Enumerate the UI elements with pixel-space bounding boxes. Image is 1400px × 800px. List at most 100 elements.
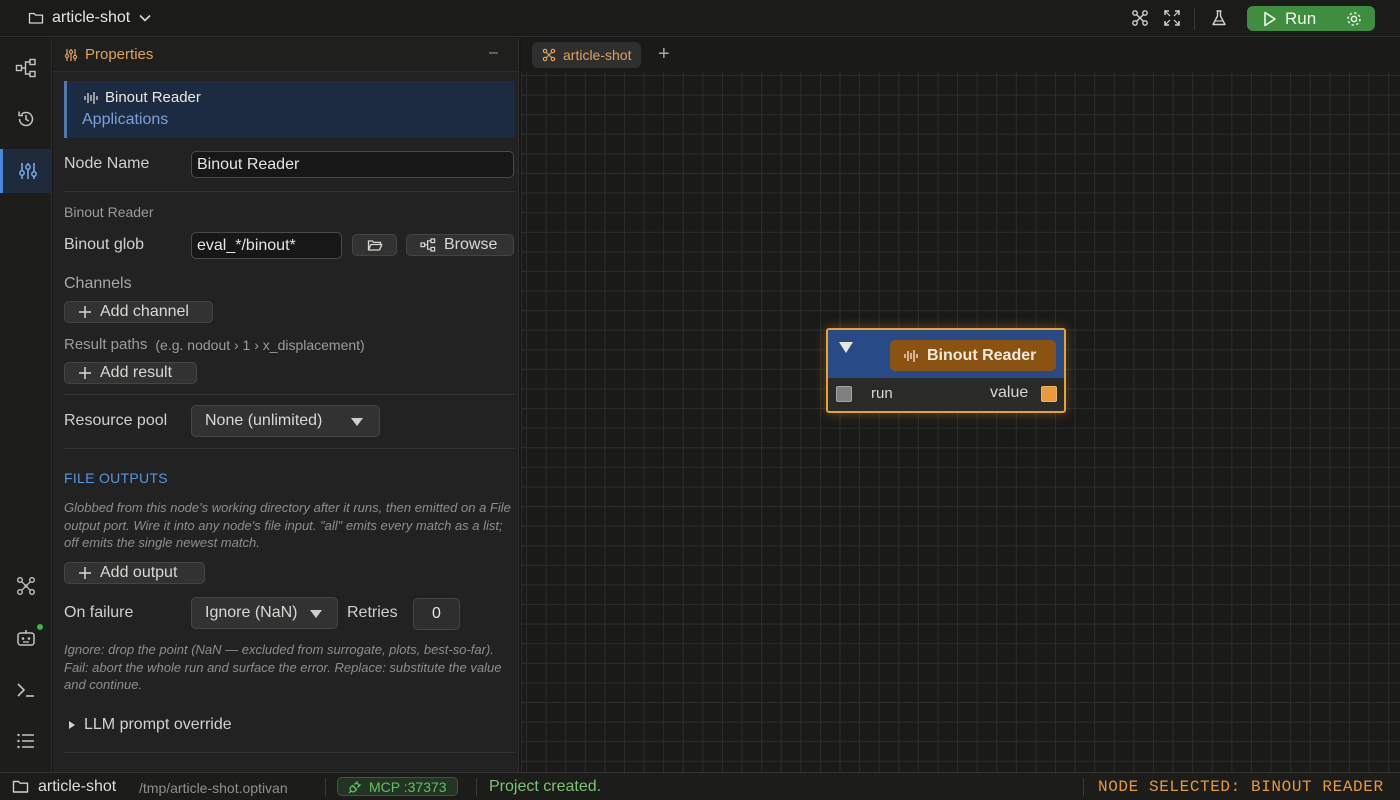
plus-icon (78, 305, 92, 319)
top-bar: article-shot Run (0, 0, 1400, 37)
list-icon[interactable] (0, 719, 52, 763)
browse-label: Browse (444, 236, 498, 253)
node-name-label: Node Name (64, 155, 150, 172)
llm-prompt-override-label: LLM prompt override (84, 716, 232, 733)
node-name-input[interactable] (191, 151, 514, 178)
folder-icon (12, 779, 29, 794)
tab-label: article-shot (563, 47, 632, 63)
node-card-title: Binout Reader (105, 89, 201, 106)
result-paths-label: Result paths (64, 336, 148, 353)
node-canvas[interactable] (521, 72, 1400, 772)
graph-icon[interactable] (1131, 9, 1149, 27)
input-port-run[interactable] (836, 386, 852, 402)
activity-rail (0, 38, 52, 772)
run-button-group: Run (1247, 6, 1375, 31)
node-summary-card: Binout Reader Applications (64, 81, 515, 138)
divider (64, 752, 515, 753)
resource-pool-select[interactable]: None (unlimited) (191, 405, 380, 437)
status-project-name[interactable]: article-shot (38, 778, 116, 796)
file-outputs-title: FILE OUTPUTS (64, 470, 168, 486)
canvas-tabs: article-shot + (521, 38, 1400, 72)
workflow-icon (420, 238, 436, 252)
divider (1083, 778, 1084, 796)
chevron-down-icon (351, 418, 363, 426)
add-output-label: Add output (100, 564, 178, 581)
run-button[interactable]: Run (1247, 6, 1343, 31)
waveform-icon (904, 349, 918, 363)
flask-icon[interactable] (1210, 9, 1228, 27)
result-paths-row: Result paths (e.g. nodout › 1 › x_displa… (64, 336, 365, 353)
add-channel-label: Add channel (100, 303, 189, 320)
collapse-node-icon[interactable] (839, 342, 853, 353)
browse-button[interactable]: Browse (406, 234, 514, 256)
input-port-label: run (871, 385, 893, 402)
workflow-icon[interactable] (0, 46, 52, 90)
project-name: article-shot (52, 9, 131, 26)
binout-glob-input[interactable] (191, 232, 342, 259)
chevron-down-icon (138, 13, 152, 23)
folder-icon (28, 11, 44, 25)
graph-icon (542, 48, 556, 62)
on-failure-label: On failure (64, 604, 134, 621)
divider (64, 394, 515, 395)
waveform-icon (84, 91, 98, 105)
tab-article-shot[interactable]: article-shot (532, 42, 642, 68)
section-title: Binout Reader (64, 204, 154, 220)
graph-icon[interactable] (0, 564, 52, 608)
add-output-button[interactable]: Add output (64, 562, 205, 584)
gear-icon[interactable] (1345, 10, 1363, 28)
collapse-panel-button[interactable]: – (489, 44, 498, 62)
sliders-icon (64, 48, 78, 62)
output-port-value[interactable] (1041, 386, 1057, 402)
failure-help: Ignore: drop the point (NaN — excluded f… (64, 642, 502, 692)
history-icon[interactable] (0, 97, 52, 141)
mcp-label: MCP :37373 (369, 778, 447, 795)
resource-pool-value: None (unlimited) (205, 412, 323, 429)
add-channel-button[interactable]: Add channel (64, 301, 213, 323)
divider (64, 191, 515, 192)
toolbar-divider (1194, 8, 1195, 30)
robot-icon[interactable] (0, 616, 52, 660)
chevron-down-icon (310, 610, 322, 618)
mcp-status-badge[interactable]: MCP :37373 (337, 777, 458, 796)
binout-reader-node[interactable]: Binout Reader run value (826, 328, 1066, 413)
binout-glob-label: Binout glob (64, 236, 145, 253)
add-tab-button[interactable]: + (658, 43, 670, 66)
divider (476, 778, 477, 796)
play-icon (1263, 11, 1277, 27)
fullscreen-icon[interactable] (1163, 9, 1181, 27)
node-title-label: Binout Reader (927, 346, 1037, 364)
divider (325, 778, 326, 796)
divider (64, 448, 515, 449)
on-failure-value: Ignore (NaN) (205, 604, 298, 621)
result-paths-hint: (e.g. nodout › 1 › x_displacement) (155, 337, 365, 353)
properties-header: Properties – (53, 38, 518, 72)
properties-icon[interactable] (0, 149, 52, 193)
panel-title: Properties (85, 46, 154, 63)
retries-input[interactable] (413, 598, 460, 630)
llm-prompt-override-toggle[interactable]: LLM prompt override (69, 716, 232, 734)
run-label: Run (1285, 8, 1317, 28)
add-result-button[interactable]: Add result (64, 362, 197, 384)
status-project-path: /tmp/article-shot.optivan (139, 780, 288, 796)
resource-pool-label: Resource pool (64, 412, 168, 429)
selection-indicator: NODE SELECTED: BINOUT READER (1098, 778, 1384, 796)
terminal-icon[interactable] (0, 668, 52, 712)
channels-label: Channels (64, 275, 132, 292)
plug-icon (348, 780, 362, 794)
file-outputs-help: Globbed from this node's working directo… (64, 500, 511, 550)
node-category-link[interactable]: Applications (82, 111, 168, 129)
plus-icon (78, 566, 92, 580)
node-title: Binout Reader (890, 340, 1056, 371)
on-failure-select[interactable]: Ignore (NaN) (191, 597, 338, 629)
project-switcher[interactable]: article-shot (28, 8, 152, 28)
status-bar: article-shot /tmp/article-shot.optivan M… (0, 772, 1400, 800)
output-port-label: value (990, 384, 1029, 401)
add-result-label: Add result (100, 364, 173, 381)
properties-panel: Properties – Binout Reader Applications … (53, 38, 519, 772)
node-header[interactable]: Binout Reader (828, 330, 1064, 378)
folder-open-icon (367, 239, 383, 252)
status-message: Project created. (489, 778, 602, 795)
online-indicator (37, 624, 43, 630)
open-folder-button[interactable] (352, 234, 397, 256)
